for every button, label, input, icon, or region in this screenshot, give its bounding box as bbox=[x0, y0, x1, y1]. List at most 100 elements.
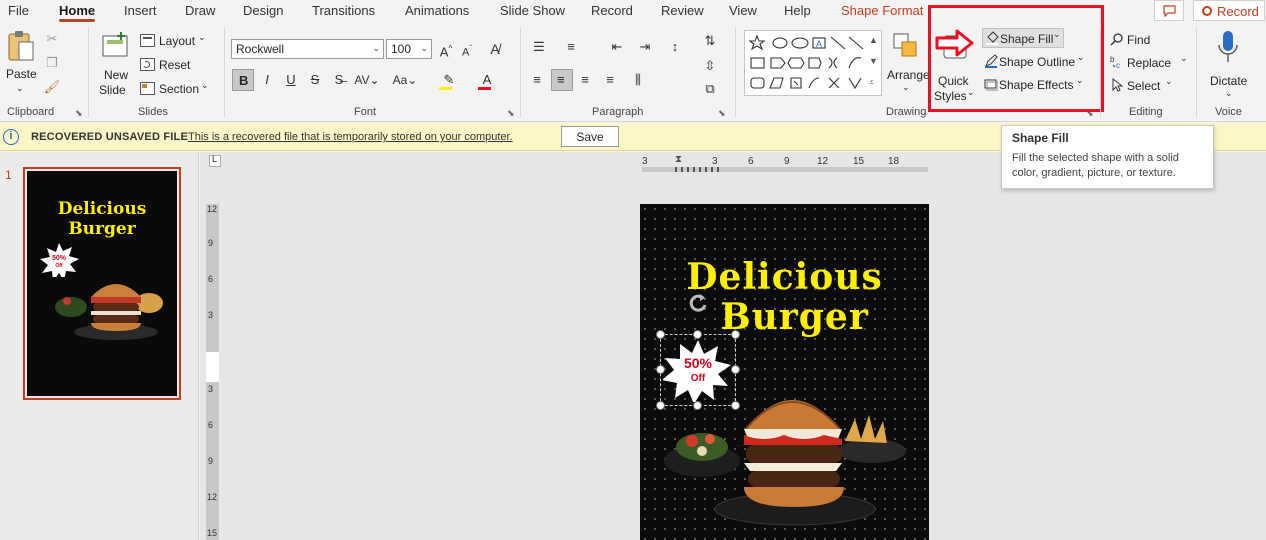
increase-font-size-icon[interactable]: A^ bbox=[437, 40, 455, 61]
layout-button[interactable]: Layout ⌄ bbox=[140, 32, 212, 50]
dialog-launcher-icon[interactable]: ⬊ bbox=[718, 108, 726, 119]
dialog-launcher-icon[interactable]: ⬊ bbox=[507, 108, 515, 119]
tab-view[interactable]: View bbox=[729, 3, 757, 18]
resize-handle[interactable] bbox=[693, 330, 702, 339]
tab-design[interactable]: Design bbox=[243, 3, 283, 18]
layout-label: Layout bbox=[159, 34, 196, 48]
tab-draw[interactable]: Draw bbox=[185, 3, 215, 18]
resize-handle[interactable] bbox=[656, 365, 665, 374]
select-button[interactable]: Select ⌄ bbox=[1108, 76, 1188, 96]
tab-help[interactable]: Help bbox=[784, 3, 811, 18]
bullets-icon[interactable]: ☰ bbox=[528, 38, 550, 56]
smartart-icon[interactable]: ⧉ bbox=[697, 80, 723, 98]
burger-image[interactable] bbox=[640, 389, 929, 540]
section-button[interactable]: Section ⌄ bbox=[140, 80, 212, 98]
change-case-icon[interactable]: Aa⌄ bbox=[391, 71, 419, 89]
gallery-more-icon[interactable]: ⩡ bbox=[869, 77, 874, 88]
find-label: Find bbox=[1127, 33, 1151, 47]
tab-animations[interactable]: Animations bbox=[405, 3, 469, 18]
justify-icon[interactable]: ≡ bbox=[600, 71, 620, 89]
slide-title-line1[interactable]: Delicious bbox=[640, 256, 929, 298]
paste-button[interactable]: Paste ⌄ bbox=[4, 30, 38, 96]
horizontal-ruler[interactable]: 3 ⧗ 3 6 9 12 15 18 bbox=[642, 154, 928, 172]
record-button[interactable]: Record bbox=[1193, 0, 1265, 21]
save-label: Save bbox=[576, 130, 604, 144]
align-left-icon[interactable]: ≡ bbox=[527, 71, 547, 89]
font-name-combo[interactable]: Rockwell ⌄ bbox=[231, 39, 384, 59]
vertical-ruler[interactable]: 12 9 6 3 3 6 9 12 15 bbox=[206, 204, 219, 540]
ruler-label: 6 bbox=[208, 274, 214, 284]
decrease-font-size-icon[interactable]: Aˇ bbox=[458, 40, 476, 62]
increase-indent-icon[interactable]: ⇥ bbox=[634, 38, 656, 56]
slide[interactable]: Delicious Burger 50% Off bbox=[640, 204, 929, 540]
gallery-scroll-up-icon[interactable]: ▲ bbox=[869, 35, 878, 45]
new-slide-icon bbox=[102, 32, 128, 57]
info-icon: i bbox=[3, 129, 19, 145]
tab-home[interactable]: Home bbox=[59, 3, 96, 22]
tab-file[interactable]: File bbox=[8, 3, 29, 18]
align-text-icon[interactable]: ⇳ bbox=[697, 57, 723, 75]
ruler-label: 3 bbox=[208, 384, 214, 394]
paste-label: Paste bbox=[6, 67, 37, 81]
copy-icon[interactable]: ❐ bbox=[42, 54, 62, 72]
align-right-icon[interactable]: ≡ bbox=[575, 71, 595, 89]
infobar-title: RECOVERED UNSAVED FILE bbox=[31, 131, 188, 143]
clipboard-group-label: Clipboard bbox=[7, 106, 55, 118]
slide-thumbnail[interactable]: Delicious Burger 50% Off bbox=[23, 167, 181, 400]
italic-button[interactable]: I bbox=[258, 71, 276, 89]
resize-handle[interactable] bbox=[731, 330, 740, 339]
save-button[interactable]: Save bbox=[561, 126, 619, 147]
comments-button[interactable] bbox=[1154, 0, 1184, 21]
shapes-gallery-icons: A bbox=[749, 34, 864, 90]
ruler-label: 12 bbox=[817, 156, 829, 167]
decrease-indent-icon[interactable]: ⇤ bbox=[606, 38, 628, 56]
ruler-label: 9 bbox=[208, 456, 214, 466]
new-slide-button[interactable]: New Slide bbox=[96, 30, 136, 100]
tab-stop-selector[interactable]: L bbox=[209, 154, 221, 167]
reset-button[interactable]: Reset bbox=[140, 56, 212, 74]
resize-handle[interactable] bbox=[656, 330, 665, 339]
tab-transitions[interactable]: Transitions bbox=[312, 3, 375, 18]
tab-slide-show[interactable]: Slide Show bbox=[500, 3, 565, 18]
strikethrough-button[interactable]: S bbox=[306, 71, 324, 89]
replace-button[interactable]: bc Replace ⌄ bbox=[1108, 53, 1188, 73]
tab-record[interactable]: Record bbox=[591, 3, 633, 18]
numbering-icon[interactable]: ≡ bbox=[560, 38, 582, 56]
slide-editing-canvas[interactable]: L 3 ⧗ 3 6 9 12 15 18 12 9 6 3 3 6 9 12 1… bbox=[200, 152, 1266, 540]
ruler-label: 15 bbox=[853, 156, 865, 167]
line-spacing-icon[interactable]: ↕ bbox=[664, 38, 686, 56]
arrange-button[interactable]: Arrange ⌄ bbox=[886, 30, 930, 100]
gallery-scroll-down-icon[interactable]: ▼ bbox=[869, 56, 878, 66]
tab-review[interactable]: Review bbox=[661, 3, 704, 18]
dialog-launcher-icon[interactable]: ⬊ bbox=[75, 108, 83, 119]
thumbnail-canvas: Delicious Burger 50% Off bbox=[27, 171, 177, 396]
tab-insert[interactable]: Insert bbox=[124, 3, 157, 18]
font-color-icon[interactable]: A bbox=[474, 71, 500, 90]
text-direction-icon[interactable]: ⇅ bbox=[697, 32, 723, 50]
text-shadow-icon[interactable]: S̶ bbox=[330, 71, 348, 89]
clear-formatting-icon[interactable]: A̸ bbox=[486, 40, 504, 58]
indent-marker-icon[interactable]: ⧗ bbox=[675, 154, 682, 165]
rotate-handle-icon[interactable] bbox=[687, 292, 709, 314]
font-group-label: Font bbox=[354, 106, 377, 118]
format-painter-icon[interactable]: 🖌 bbox=[42, 78, 62, 96]
resize-handle[interactable] bbox=[731, 365, 740, 374]
group-separator bbox=[520, 28, 521, 118]
microphone-icon bbox=[1218, 31, 1238, 62]
font-size-combo[interactable]: 100 ⌄ bbox=[386, 39, 432, 59]
underline-button[interactable]: U bbox=[282, 71, 300, 89]
columns-icon[interactable]: ⫼ bbox=[628, 71, 648, 89]
cut-icon[interactable]: ✂ bbox=[42, 30, 62, 48]
find-button[interactable]: Find bbox=[1108, 30, 1188, 50]
new-slide-label: New bbox=[104, 68, 129, 82]
character-spacing-icon[interactable]: AV⌄ bbox=[353, 71, 381, 89]
chevron-down-icon: ⌄ bbox=[16, 83, 24, 93]
align-center-button[interactable]: ≡ bbox=[551, 69, 573, 91]
bold-button[interactable]: B bbox=[232, 69, 254, 91]
shapes-gallery[interactable]: A ▲ ▼ ⩡ bbox=[744, 30, 882, 96]
tab-shape-format[interactable]: Shape Format bbox=[841, 3, 923, 18]
dictate-button[interactable]: Dictate ⌄ bbox=[1204, 30, 1252, 100]
infobar-message-link[interactable]: This is a recovered file that is tempora… bbox=[188, 131, 513, 143]
highlight-color-icon[interactable]: ✎ bbox=[436, 71, 462, 90]
replace-icon: bc bbox=[1110, 55, 1120, 69]
